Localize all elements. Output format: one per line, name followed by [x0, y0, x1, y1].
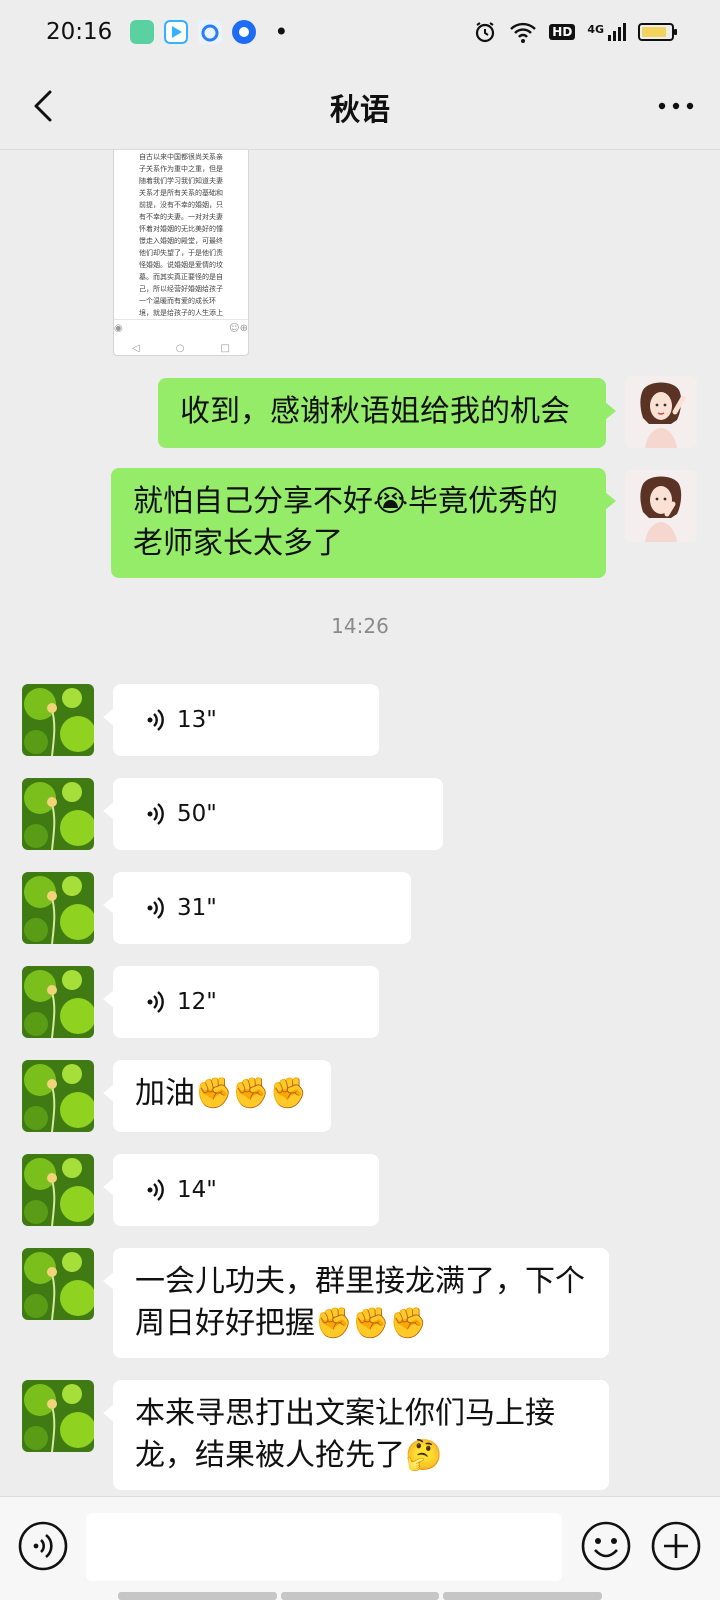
green-app-icon — [130, 20, 155, 44]
voice-small-icon: ◉ — [114, 323, 123, 334]
voice-input-icon[interactable] — [17, 1520, 69, 1572]
contact-avatar[interactable] — [22, 1380, 94, 1452]
cloud-app-icon — [198, 20, 223, 44]
status-time: 20:16 — [46, 19, 113, 45]
message-text: 就怕自己分享不好😭毕竟优秀的老师家长太多了 — [133, 484, 559, 561]
status-more-dot: • — [274, 18, 289, 46]
message-text: 一会儿功夫，群里接龙满了，下个周日好好把握✊✊✊ — [135, 1264, 585, 1341]
back-small-icon: ◁ — [132, 342, 140, 354]
status-indicators: HD 4G — [473, 20, 677, 44]
voice-message[interactable]: 14" — [103, 1154, 379, 1226]
contact-avatar[interactable] — [22, 872, 94, 944]
message-bubble-incoming[interactable]: 本来寻思打出文案让你们马上接龙，结果被人抢先了🤔 — [103, 1380, 609, 1490]
contact-avatar[interactable] — [22, 1154, 94, 1226]
home-small-icon: ○ — [175, 342, 185, 354]
add-attachment-icon[interactable] — [650, 1520, 702, 1572]
chat-header: 秋语 — [0, 64, 720, 150]
hd-badge: HD — [549, 24, 576, 40]
signal-bar — [623, 23, 626, 41]
contact-avatar[interactable] — [22, 966, 94, 1038]
home-indicator — [118, 1592, 603, 1600]
shared-image-text: 自古以来中国都很尚关系亲子关系作为重中之重，但是随着我们学习我们知道夫妻关系才是… — [139, 153, 223, 317]
voice-message[interactable]: 31" — [103, 872, 411, 944]
message-bubble-incoming[interactable]: 加油✊✊✊ — [103, 1060, 331, 1132]
emoji-small-icon: ☺ — [229, 323, 240, 334]
message-input-bar — [0, 1496, 720, 1600]
contact-avatar[interactable] — [22, 778, 94, 850]
contact-avatar[interactable] — [22, 1060, 94, 1132]
signal-bar — [618, 27, 621, 41]
voice-wave-icon — [147, 991, 164, 1013]
message-text: 收到，感谢秋语姐给我的机会 — [180, 394, 570, 429]
contact-avatar[interactable] — [22, 1248, 94, 1320]
message-timestamp: 14:26 — [331, 614, 389, 638]
message-bubble-outgoing[interactable]: 就怕自己分享不好😭毕竟优秀的老师家长太多了 — [111, 468, 616, 578]
plus-small-icon: ⊕ — [239, 323, 248, 334]
message-bubble-outgoing[interactable]: 收到，感谢秋语姐给我的机会 — [158, 378, 616, 448]
alarm-icon — [476, 22, 495, 43]
chat-messages[interactable]: 自古以来中国都很尚关系亲子关系作为重中之重，但是随着我们学习我们知道夫妻关系才是… — [0, 150, 720, 1496]
message-input[interactable] — [86, 1513, 562, 1581]
message-text: 加油✊✊✊ — [135, 1076, 308, 1111]
my-avatar[interactable] — [625, 470, 697, 542]
network-type: 4G — [587, 23, 604, 36]
chat-title: 秋语 — [330, 92, 390, 128]
battery-icon — [638, 23, 677, 41]
voice-duration: 50" — [177, 801, 217, 827]
voice-message[interactable]: 50" — [103, 778, 443, 850]
image-nav-bar: ◁ ○ □ — [114, 339, 248, 355]
voice-message[interactable]: 13" — [103, 684, 379, 756]
signal-bar — [613, 31, 616, 41]
back-arrow-icon[interactable] — [24, 86, 64, 126]
voice-wave-icon — [147, 1179, 164, 1201]
wifi-icon — [510, 22, 537, 43]
voice-duration: 12" — [177, 989, 217, 1015]
signal-indicator: 4G — [587, 23, 626, 41]
status-bar: 20:16 • HD 4G — [0, 0, 720, 64]
voice-wave-icon — [147, 709, 164, 731]
voice-duration: 14" — [177, 1177, 217, 1203]
voice-duration: 31" — [177, 895, 217, 921]
voice-duration: 13" — [177, 707, 217, 733]
voice-wave-icon — [147, 897, 164, 919]
blue-app-icon — [232, 20, 257, 44]
battery-fill — [642, 27, 666, 37]
emoji-icon[interactable] — [580, 1520, 632, 1572]
voice-message[interactable]: 12" — [103, 966, 379, 1038]
recent-small-icon: □ — [220, 342, 230, 354]
message-bubble-incoming[interactable]: 一会儿功夫，群里接龙满了，下个周日好好把握✊✊✊ — [103, 1248, 609, 1358]
my-avatar[interactable] — [625, 376, 697, 448]
signal-bar — [608, 35, 611, 41]
video-app-icon — [164, 20, 189, 44]
image-toolbar: ◉ ☺ ⊕ — [114, 319, 248, 337]
shared-image-message[interactable]: 自古以来中国都很尚关系亲子关系作为重中之重，但是随着我们学习我们知道夫妻关系才是… — [113, 150, 249, 356]
status-app-icons: • — [130, 20, 288, 44]
contact-avatar[interactable] — [22, 684, 94, 756]
voice-wave-icon — [147, 803, 164, 825]
more-options-icon[interactable] — [654, 86, 698, 126]
message-text: 本来寻思打出文案让你们马上接龙，结果被人抢先了🤔 — [135, 1396, 555, 1473]
